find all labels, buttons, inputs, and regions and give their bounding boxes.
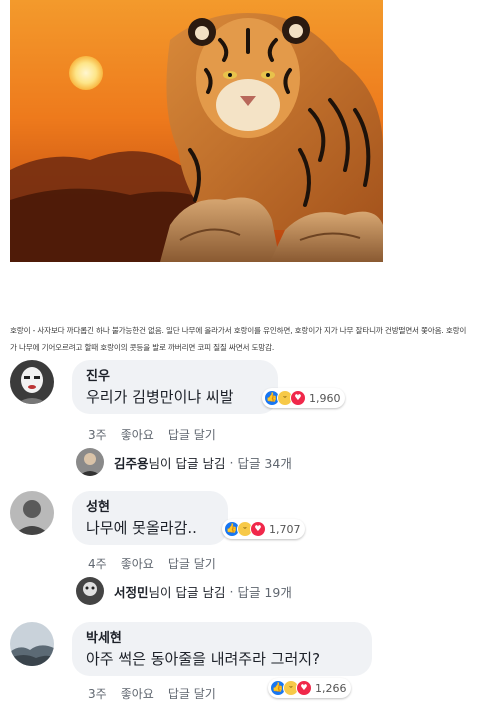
comment-time[interactable]: 3주 bbox=[88, 426, 107, 443]
reaction-summary[interactable]: 👍 ᵕ ♥ 1,707 bbox=[222, 519, 305, 539]
reply-summary[interactable]: 김주용 님이 답글 남김 · 답글 34개 bbox=[76, 448, 292, 476]
avatar[interactable] bbox=[10, 622, 54, 666]
reply-count[interactable]: 답글 34개 bbox=[237, 453, 291, 472]
reply-avatar bbox=[76, 577, 104, 605]
comment-text: 나무에 못올라감.. bbox=[86, 519, 197, 537]
like-button[interactable]: 좋아요 bbox=[121, 685, 154, 702]
reply-button[interactable]: 답글 달기 bbox=[168, 685, 216, 702]
comment-bubble: 성현 나무에 못올라감.. bbox=[72, 491, 228, 545]
comment-text: 아주 썩은 동아줄을 내려주라 그러지? bbox=[86, 650, 321, 668]
comment-actions: 3주 좋아요 답글 달기 bbox=[88, 685, 216, 702]
comment-bubble: 박세현 아주 썩은 동아줄을 내려주라 그러지? bbox=[72, 622, 372, 676]
reaction-count: 1,266 bbox=[315, 681, 347, 695]
comment-text: 우리가 김병만이냐 씨발 bbox=[86, 388, 234, 406]
heart-icon: ♥ bbox=[290, 390, 306, 406]
reaction-count: 1,707 bbox=[269, 522, 301, 536]
reaction-summary[interactable]: 👍 ᵕ ♥ 1,960 bbox=[262, 388, 345, 408]
avatar[interactable] bbox=[10, 360, 54, 404]
reply-author[interactable]: 김주용 bbox=[114, 453, 149, 472]
comment-bubble: 진우 우리가 김병만이냐 씨발 bbox=[72, 360, 278, 414]
heart-icon: ♥ bbox=[250, 521, 266, 537]
comment-author[interactable]: 진우 bbox=[86, 368, 264, 386]
separator: · bbox=[229, 454, 234, 470]
separator: · bbox=[229, 583, 234, 599]
reply-button[interactable]: 답글 달기 bbox=[168, 426, 216, 443]
reply-suffix: 님이 답글 남김 bbox=[148, 584, 226, 600]
reaction-count: 1,960 bbox=[309, 391, 341, 405]
tiger-sunset-image bbox=[10, 0, 383, 262]
post-caption: 호랑이 - 사자보다 까다롭긴 하나 불가능한건 없음. 일단 나무에 올라가서… bbox=[10, 326, 467, 352]
reply-suffix: 님이 답글 남김 bbox=[148, 455, 226, 471]
reply-author[interactable]: 서정민 bbox=[114, 582, 149, 601]
reply-summary[interactable]: 서정민 님이 답글 남김 · 답글 19개 bbox=[76, 577, 292, 605]
avatar[interactable] bbox=[10, 491, 54, 535]
like-button[interactable]: 좋아요 bbox=[121, 555, 154, 572]
post-photo[interactable] bbox=[10, 0, 383, 262]
reply-button[interactable]: 답글 달기 bbox=[168, 555, 216, 572]
heart-icon: ♥ bbox=[296, 680, 312, 696]
like-button[interactable]: 좋아요 bbox=[121, 426, 154, 443]
reaction-summary[interactable]: 👍 ᵕ ♥ 1,266 bbox=[268, 678, 351, 698]
comment-time[interactable]: 3주 bbox=[88, 685, 107, 702]
comment-author[interactable]: 박세현 bbox=[86, 630, 358, 648]
comment-author[interactable]: 성현 bbox=[86, 499, 214, 517]
comment-actions: 3주 좋아요 답글 달기 bbox=[88, 426, 216, 443]
reply-count[interactable]: 답글 19개 bbox=[237, 582, 291, 601]
comment-actions: 4주 좋아요 답글 달기 bbox=[88, 555, 216, 572]
reply-avatar bbox=[76, 448, 104, 476]
comment-time[interactable]: 4주 bbox=[88, 555, 107, 572]
